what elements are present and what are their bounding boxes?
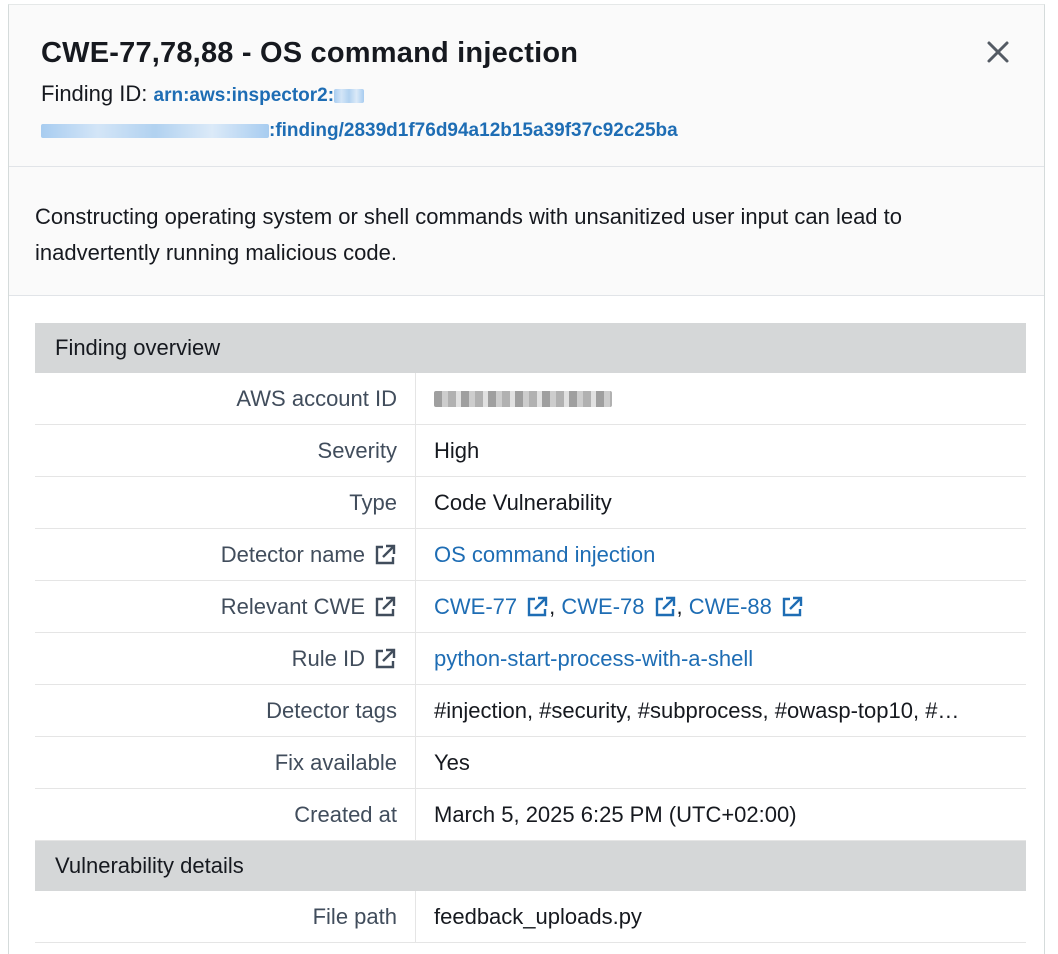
row-file-path: File path feedback_uploads.py (35, 891, 1026, 943)
external-link-icon[interactable] (653, 595, 677, 619)
rule-id-label: Rule ID (291, 645, 365, 671)
external-link-icon[interactable] (373, 595, 397, 619)
arn-suffix: :finding/2839d1f76d94a12b15a39f37c92c25b… (269, 120, 678, 141)
relevant-cwe-label: Relevant CWE (220, 593, 365, 619)
relevant-cwe-values: CWE-77 , CWE-78 , CWE-88 (416, 581, 1026, 632)
rule-id-value-cell: python-start-process-with-a-shell (416, 633, 1026, 684)
redacted-account-id (434, 390, 612, 407)
redacted-account (41, 123, 269, 138)
finding-arn-link-continued[interactable]: :finding/2839d1f76d94a12b15a39f37c92c25b… (41, 120, 678, 141)
fix-available-label: Fix available (35, 737, 416, 788)
detector-name-link[interactable]: OS command injection (434, 542, 655, 568)
row-account-id: AWS account ID (35, 373, 1026, 425)
cwe-separator: , (549, 593, 556, 619)
external-link-icon[interactable] (373, 647, 397, 671)
row-rule-id: Rule ID python-start-process-with-a-shel… (35, 633, 1026, 685)
redacted-region (334, 88, 365, 103)
detector-tags-value: #injection, #security, #subprocess, #owa… (434, 697, 960, 723)
finding-arn-continuation: :finding/2839d1f76d94a12b15a39f37c92c25b… (41, 119, 678, 142)
finding-description: Constructing operating system or shell c… (35, 204, 903, 265)
detector-name-label-cell: Detector name (35, 529, 416, 580)
description-area: Constructing operating system or shell c… (9, 167, 1044, 296)
detector-tags-value-cell: #injection, #security, #subprocess, #owa… (416, 685, 1026, 736)
account-id-label: AWS account ID (35, 373, 416, 424)
finding-id-line: Finding ID: arn:aws:inspector2: (41, 81, 365, 107)
created-at-label: Created at (35, 789, 416, 840)
external-link-icon[interactable] (525, 595, 549, 619)
rule-id-label-cell: Rule ID (35, 633, 416, 684)
rule-id-link[interactable]: python-start-process-with-a-shell (434, 646, 753, 672)
external-link-icon[interactable] (373, 543, 397, 567)
detector-tags-label: Detector tags (35, 685, 416, 736)
row-created-at: Created at March 5, 2025 6:25 PM (UTC+02… (35, 789, 1026, 841)
type-label: Type (35, 477, 416, 528)
file-path-label: File path (35, 891, 416, 942)
finding-id-label: Finding ID: (41, 81, 148, 106)
severity-value: High (434, 437, 480, 463)
details-table: Finding overview AWS account ID Severity… (35, 323, 1026, 943)
row-severity: Severity High (35, 425, 1026, 477)
finding-arn-link[interactable]: arn:aws:inspector2: (154, 85, 365, 106)
cwe-88-link[interactable]: CWE-88 (689, 594, 772, 620)
relevant-cwe-label-cell: Relevant CWE (35, 581, 416, 632)
row-detector-tags: Detector tags #injection, #security, #su… (35, 685, 1026, 737)
created-at-value: March 5, 2025 6:25 PM (UTC+02:00) (434, 801, 797, 827)
panel-header: CWE-77,78,88 - OS command injection Find… (9, 5, 1044, 167)
arn-prefix: arn:aws:inspector2: (153, 85, 335, 106)
severity-label: Severity (35, 425, 416, 476)
section-finding-overview: Finding overview (35, 323, 1026, 373)
row-detector-name: Detector name OS command injection (35, 529, 1026, 581)
cwe-78-link[interactable]: CWE-78 (561, 594, 644, 620)
cwe-77-link[interactable]: CWE-77 (434, 594, 517, 620)
detector-name-label: Detector name (220, 541, 365, 567)
cwe-separator: , (676, 593, 683, 619)
fix-available-value: Yes (434, 749, 470, 775)
external-link-icon[interactable] (780, 595, 804, 619)
row-relevant-cwe: Relevant CWE CWE-77 , CWE-78 , CWE-88 (35, 581, 1026, 633)
finding-details-panel: CWE-77,78,88 - OS command injection Find… (8, 4, 1045, 954)
row-type: Type Code Vulnerability (35, 477, 1026, 529)
row-fix-available: Fix available Yes (35, 737, 1026, 789)
file-path-value: feedback_uploads.py (434, 903, 642, 929)
close-icon[interactable] (981, 35, 1015, 69)
detector-name-value-cell: OS command injection (416, 529, 1026, 580)
page-title: CWE-77,78,88 - OS command injection (41, 37, 579, 69)
type-value: Code Vulnerability (434, 489, 612, 515)
account-id-value (416, 373, 1026, 424)
section-vulnerability-details: Vulnerability details (35, 841, 1026, 891)
